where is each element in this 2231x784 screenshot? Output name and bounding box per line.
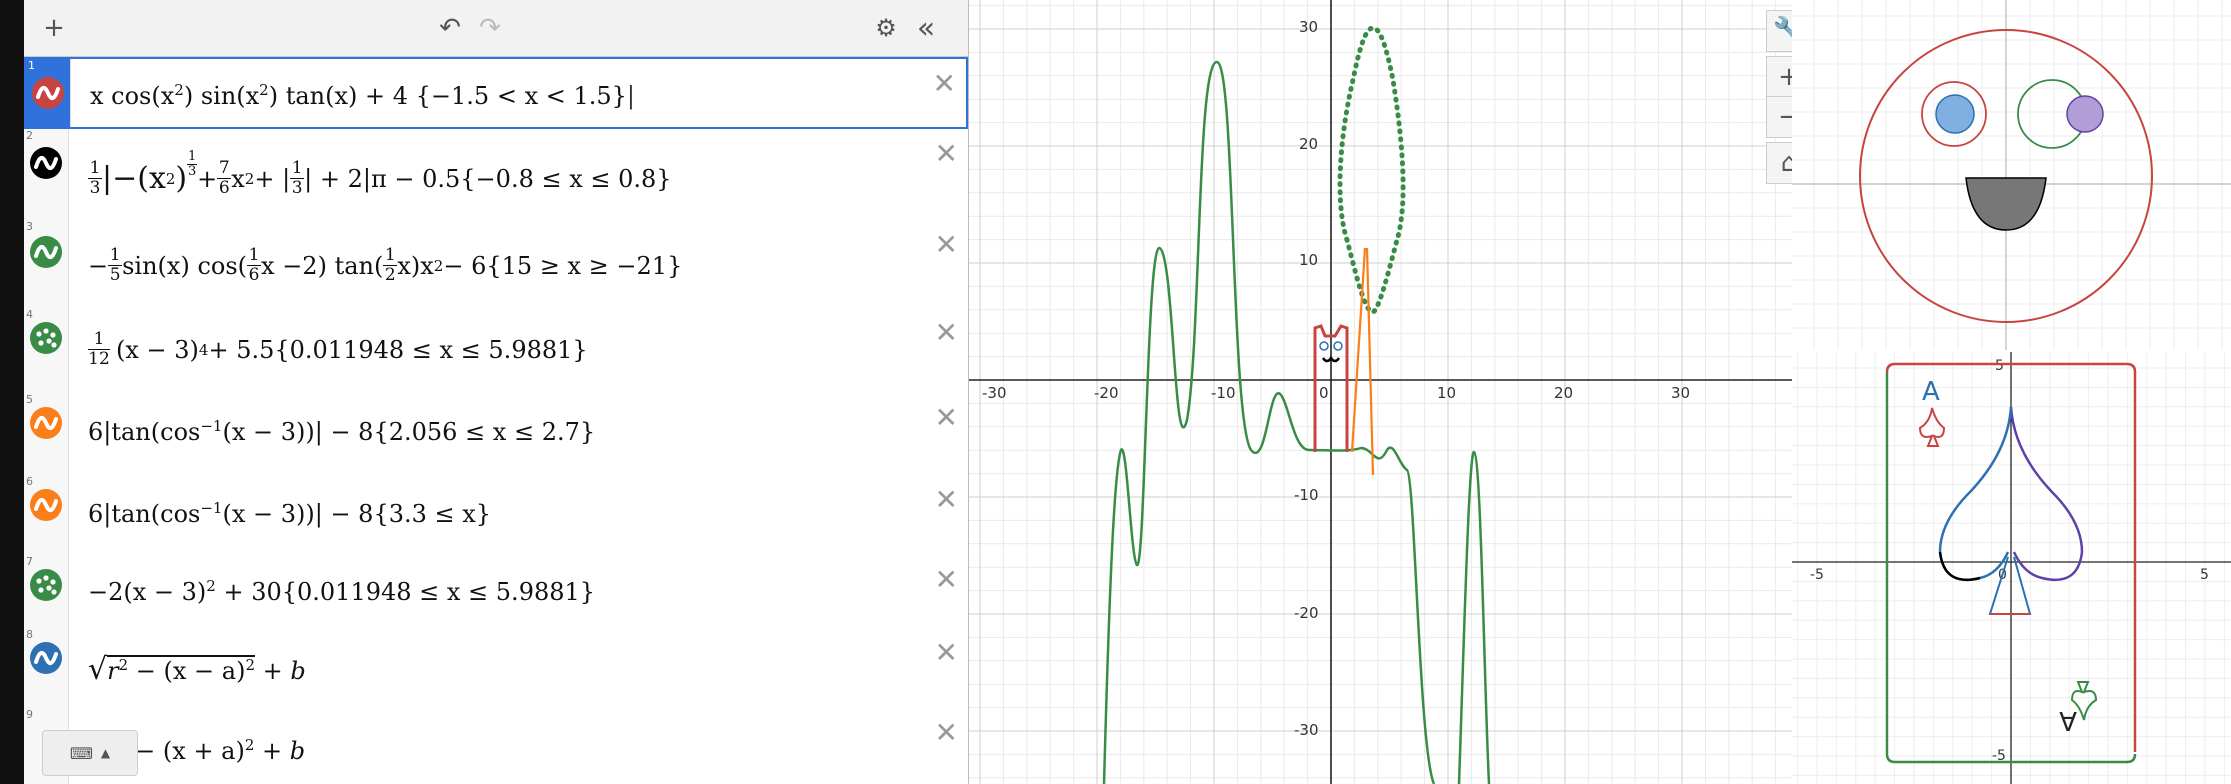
expression-math[interactable]: −2(x − 3)2 + 30{0.011948 ≤ x ≤ 5.9881}	[88, 577, 595, 606]
undo-icon[interactable]: ↶	[434, 12, 466, 44]
expression-row-5[interactable]: 5 6|tan(cos−1(x − 3))| − 8{2.056 ≤ x ≤ 2…	[24, 393, 968, 476]
spade-right	[2009, 406, 2084, 582]
expression-math[interactable]: − 15 sin(x) cos( 16 x −2) tan( 12 x)x 2 −…	[88, 246, 682, 285]
cat-eye	[1333, 341, 1343, 351]
expression-row-7[interactable]: 7 −2(x − 3)2 + 30{0.011948 ≤ x ≤ 5.9881}…	[24, 555, 968, 629]
green-oscillating-curve	[1102, 60, 1491, 784]
row-gutter: 5	[24, 393, 69, 475]
expression-row-4[interactable]: 4 1 12 (x − 3) 4 + 5.5{0.011948 ≤ x ≤ 5.98…	[24, 308, 968, 394]
expression-math[interactable]: x cos(x2) sin(x2) tan(x) + 4 {−1.5 < x <…	[90, 81, 635, 110]
x-tick-label: -30	[982, 384, 1007, 402]
delete-expression-button[interactable]: ✕	[935, 483, 958, 516]
wave-icon[interactable]	[30, 407, 62, 439]
plus-icon[interactable]: +	[38, 12, 70, 44]
row-gutter: 7	[24, 555, 69, 628]
delete-expression-button[interactable]: ✕	[935, 137, 958, 170]
y-tick-label: -10	[1294, 486, 1319, 504]
delete-expression-button[interactable]: ✕	[935, 316, 958, 349]
window-edge	[0, 0, 24, 784]
y-tick-label: -20	[1294, 604, 1319, 622]
spade-left	[1938, 406, 2013, 582]
expression-toolbar: + ↶ ↷ ⚙ «	[24, 0, 968, 57]
x-tick-label: 10	[1437, 384, 1456, 402]
row-number: 7	[26, 555, 33, 568]
wave-icon[interactable]	[30, 642, 62, 674]
row-gutter: 6	[24, 475, 69, 555]
reference-images: -5 0 5 5 -5 A A	[1792, 0, 2231, 784]
right-pupil	[2066, 95, 2104, 133]
keyboard-toggle-button[interactable]: ⌨ ▲	[42, 730, 138, 776]
row-number: 9	[26, 708, 33, 721]
card-y-tick: 5	[1995, 358, 2004, 374]
row-gutter: 4	[24, 308, 69, 393]
orange-curve	[1350, 247, 1375, 476]
card-letter-top: A	[1922, 377, 1940, 407]
row-gutter: 8	[24, 628, 69, 708]
row-number: 6	[26, 475, 33, 488]
expression-math[interactable]: 2 − (x + a)2 + b	[118, 736, 305, 765]
expression-math[interactable]: 1 12 (x − 3) 4 + 5.5{0.011948 ≤ x ≤ 5.9881…	[88, 330, 588, 369]
row-gutter: 1	[26, 59, 71, 127]
expression-math[interactable]: 6|tan(cos−1(x − 3))| − 8{3.3 ≤ x}	[88, 499, 491, 528]
expression-row-2[interactable]: 2 13 |−(x 2) 13 + 76 x2 + | 13 | + 2|π − …	[24, 129, 968, 221]
x-tick-label: -10	[1211, 384, 1236, 402]
dots-icon[interactable]	[30, 322, 62, 354]
delete-expression-button[interactable]: ✕	[935, 636, 958, 669]
card-letter-bottom: A	[2059, 705, 2077, 735]
card-x-tick: 5	[2200, 567, 2209, 583]
row-number: 5	[26, 393, 33, 406]
wave-icon[interactable]	[32, 77, 64, 109]
redo-icon[interactable]: ↷	[474, 12, 506, 44]
row-gutter: 2	[24, 129, 69, 220]
delete-expression-button[interactable]: ✕	[935, 401, 958, 434]
delete-expression-button[interactable]: ✕	[935, 228, 958, 261]
spade-card-inset: -5 0 5 5 -5 A A	[1792, 352, 2231, 784]
graph-canvas[interactable]: -30 -20 -10 0 10 20 30 30 20 10 -10 -20 …	[969, 0, 1792, 784]
desmos-app: + ↶ ↷ ⚙ « 1 x cos(x2) sin(x2) tan(x) + 4…	[24, 0, 1812, 784]
expression-list: 1 x cos(x2) sin(x2) tan(x) + 4 {−1.5 < x…	[24, 57, 968, 784]
double-chevron-left-icon[interactable]: «	[910, 11, 942, 46]
expression-row-6[interactable]: 6 6|tan(cos−1(x − 3))| − 8{3.3 ≤ x} ✕	[24, 475, 968, 556]
x-tick-label: -20	[1094, 384, 1119, 402]
y-tick-label: 10	[1299, 251, 1318, 269]
y-tick-label: -30	[1294, 721, 1319, 739]
left-pupil	[1935, 94, 1975, 134]
expression-row-9[interactable]: 9 2 − (x + a)2 + b ✕	[24, 708, 968, 784]
x-tick-label: 0	[1319, 384, 1329, 402]
expression-math[interactable]: 13 |−(x 2) 13 + 76 x2 + | 13 | + 2|π − 0.…	[88, 150, 672, 198]
row-number: 3	[26, 220, 33, 233]
delete-expression-button[interactable]: ✕	[935, 716, 958, 749]
cat-eye	[1319, 341, 1329, 351]
x-tick-label: 30	[1671, 384, 1690, 402]
caret-up-icon: ▲	[100, 746, 111, 760]
expression-math[interactable]: 6|tan(cos−1(x − 3))| − 8{2.056 ≤ x ≤ 2.7…	[88, 417, 595, 446]
wave-icon[interactable]	[30, 489, 62, 521]
row-number: 4	[26, 308, 33, 321]
delete-expression-button[interactable]: ✕	[933, 67, 956, 100]
row-gutter: 3	[24, 220, 69, 308]
dots-icon[interactable]	[30, 569, 62, 601]
row-number: 8	[26, 628, 33, 641]
wave-icon[interactable]	[30, 236, 62, 268]
gear-icon[interactable]: ⚙	[870, 12, 902, 44]
wave-icon[interactable]	[30, 147, 62, 179]
delete-expression-button[interactable]: ✕	[935, 563, 958, 596]
row-number: 2	[26, 129, 33, 142]
expression-row-1[interactable]: 1 x cos(x2) sin(x2) tan(x) + 4 {−1.5 < x…	[24, 57, 968, 129]
card-x-tick: -5	[1810, 567, 1824, 583]
y-tick-label: 30	[1299, 18, 1318, 36]
expression-panel: + ↶ ↷ ⚙ « 1 x cos(x2) sin(x2) tan(x) + 4…	[24, 0, 969, 784]
keyboard-icon: ⌨	[69, 743, 93, 763]
mouth	[1965, 177, 2047, 231]
face-graph-inset	[1792, 0, 2231, 350]
small-spade-top	[1918, 407, 1946, 447]
x-tick-label: 20	[1554, 384, 1573, 402]
expression-row-8[interactable]: 8 √r2 − (x − a)2 + b ✕	[24, 628, 968, 709]
y-tick-label: 20	[1299, 135, 1318, 153]
expression-row-3[interactable]: 3 − 15 sin(x) cos( 16 x −2) tan( 12 x)x 2…	[24, 220, 968, 309]
green-dotted-curve	[1337, 25, 1406, 315]
row-number: 1	[28, 59, 35, 72]
expression-math[interactable]: √r2 − (x − a)2 + b	[88, 652, 306, 687]
